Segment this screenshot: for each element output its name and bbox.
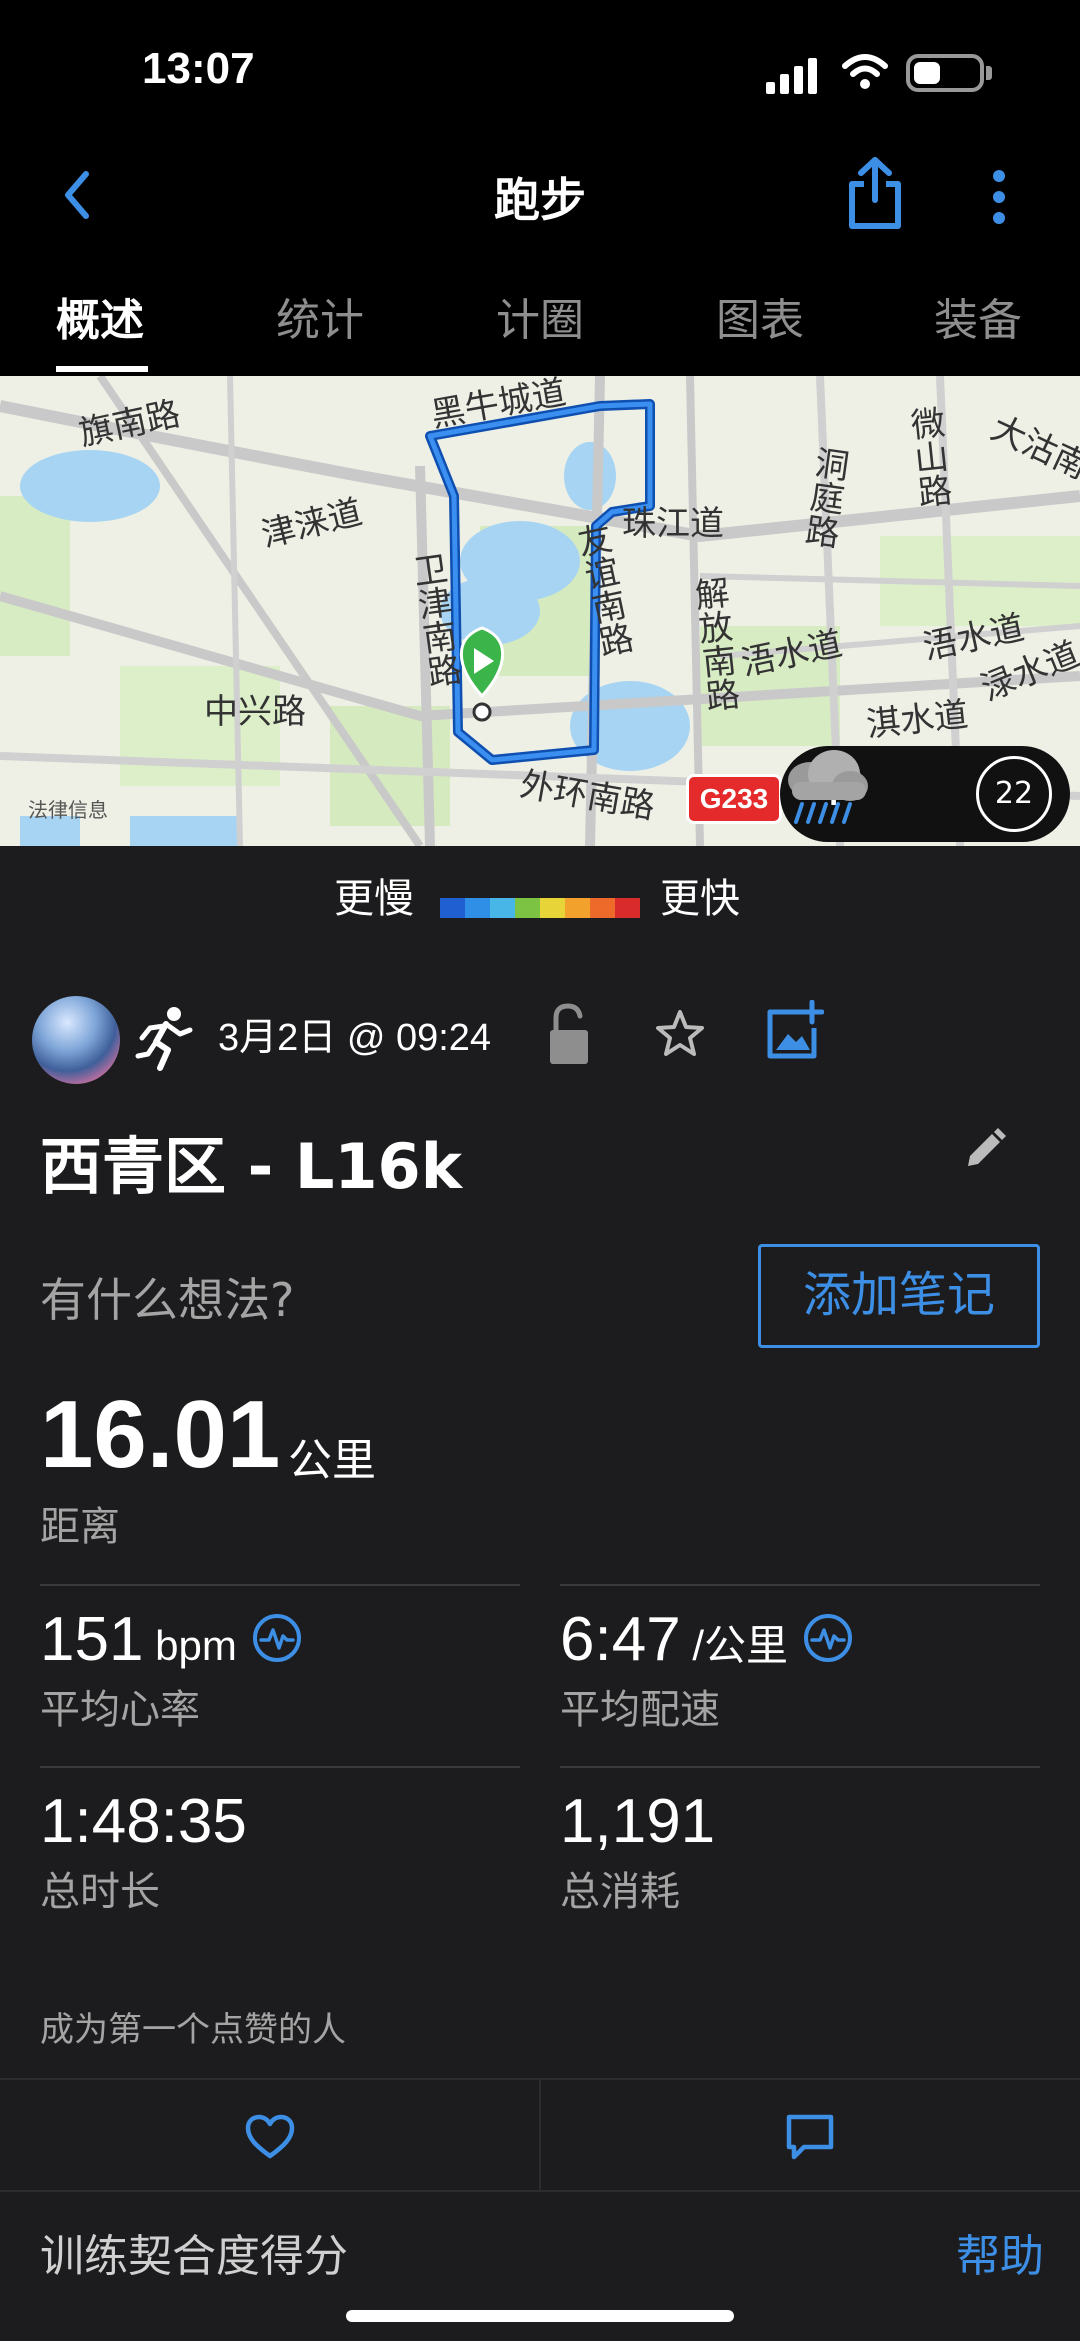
share-icon[interactable]: [844, 154, 906, 232]
stat-avg-heart-rate: 151 bpm 平均心率: [40, 1604, 303, 1735]
pace-color-segment: [490, 898, 515, 918]
add-photo-icon[interactable]: [764, 1000, 824, 1062]
tab-charts[interactable]: 图表: [716, 284, 804, 348]
stat-total-calories: 1,191 总消耗: [560, 1786, 715, 1917]
cellular-signal-icon: [766, 58, 817, 94]
avatar[interactable]: [32, 996, 120, 1084]
pace-color-segment: [590, 898, 615, 918]
kudos-prompt: 成为第一个点赞的人: [40, 2010, 346, 2050]
divider: [40, 1584, 520, 1586]
tab-bar: 概述 统计 计圈 图表 装备: [0, 260, 1080, 376]
battery-icon: [906, 54, 984, 92]
thought-prompt: 有什么想法?: [40, 1273, 295, 1327]
active-tab-indicator: [56, 366, 148, 372]
weather-badge: 4° 22: [780, 746, 1070, 842]
heart-rate-icon[interactable]: [251, 1612, 303, 1664]
pace-color-scale: [440, 898, 640, 918]
unlock-icon[interactable]: [546, 1002, 592, 1068]
stat-unit: bpm: [143, 1622, 237, 1669]
tab-laps[interactable]: 计圈: [496, 284, 584, 348]
stat-label: 总时长: [40, 1869, 160, 1915]
tab-overview[interactable]: 概述: [56, 284, 144, 348]
wifi-icon: [842, 54, 888, 89]
stat-label: 平均心率: [40, 1687, 200, 1733]
pace-color-segment: [540, 898, 565, 918]
comment-button[interactable]: [540, 2080, 1080, 2192]
add-note-button[interactable]: 添加笔记: [758, 1244, 1040, 1348]
distance-value: 16.01: [40, 1381, 281, 1488]
highway-shield: G233: [686, 774, 782, 824]
pace-color-segment: [615, 898, 640, 918]
pace-color-segment: [465, 898, 490, 918]
running-icon: [135, 1007, 193, 1071]
like-button[interactable]: [0, 2080, 540, 2192]
nav-bar: 跑步: [0, 140, 1080, 260]
stat-label: 总消耗: [560, 1869, 680, 1915]
more-options-icon[interactable]: [984, 162, 1014, 232]
stat-value: 1:48:35: [40, 1787, 247, 1856]
section-title: 训练契合度得分: [40, 2231, 348, 2282]
stat-total-duration: 1:48:35 总时长: [40, 1786, 247, 1917]
social-action-bar: [0, 2078, 1080, 2192]
comment-icon: [786, 2114, 834, 2160]
legend-slow-label: 更慢: [334, 876, 414, 922]
pace-legend: 更慢 更快: [0, 866, 1080, 926]
pace-icon[interactable]: [802, 1612, 854, 1664]
activity-detail: 更慢 更快 3月2日 @ 09:24 西青区 - L16k 有什么想法? 添加笔…: [0, 846, 1080, 2341]
pace-color-segment: [515, 898, 540, 918]
map-road-label: 中兴路: [204, 692, 306, 732]
legend-fast-label: 更快: [660, 876, 740, 922]
tab-gear[interactable]: 装备: [934, 284, 1022, 348]
activity-date: 3月2日 @ 09:24: [218, 1017, 492, 1059]
activity-header-row: 3月2日 @ 09:24: [0, 996, 1080, 1096]
status-time: 13:07: [142, 44, 255, 93]
wind-indicator: 22: [976, 756, 1052, 832]
route-map[interactable]: 旗南路 黑牛城道 大沽南 津涞道 珠江道 微山路 洞庭路 友谊南路 卫津南路 解…: [0, 376, 1080, 846]
distance-unit: 公里: [288, 1435, 376, 1486]
map-legal-link[interactable]: 法律信息: [28, 794, 108, 823]
page-title: 跑步: [494, 173, 586, 227]
distance-label: 距离: [40, 1504, 120, 1550]
activity-name: 西青区 - L16k: [40, 1130, 462, 1203]
help-link[interactable]: 帮助: [956, 2220, 1044, 2284]
stat-avg-pace: 6:47 /公里 平均配速: [560, 1604, 854, 1735]
battery-tip: [986, 66, 992, 80]
tab-stats[interactable]: 统计: [276, 284, 364, 348]
pace-color-segment: [565, 898, 590, 918]
rain-cloud-icon: [788, 750, 868, 824]
stat-value: 6:47: [560, 1605, 681, 1674]
stat-unit: /公里: [680, 1622, 789, 1669]
stat-label: 平均配速: [560, 1687, 720, 1733]
map-road-label: 微山路: [902, 404, 954, 510]
stat-value: 151: [40, 1605, 144, 1674]
divider: [560, 1766, 1040, 1768]
divider: [560, 1584, 1040, 1586]
pace-color-segment: [440, 898, 465, 918]
heart-icon: [245, 2114, 295, 2159]
divider: [40, 1766, 520, 1768]
status-bar: 13:07: [0, 0, 1080, 140]
star-icon[interactable]: [654, 1008, 706, 1060]
map-road-label: 珠江道: [622, 504, 724, 544]
home-indicator[interactable]: [346, 2310, 734, 2322]
edit-pencil-icon[interactable]: [960, 1126, 1008, 1174]
stat-value: 1,191: [560, 1787, 716, 1856]
